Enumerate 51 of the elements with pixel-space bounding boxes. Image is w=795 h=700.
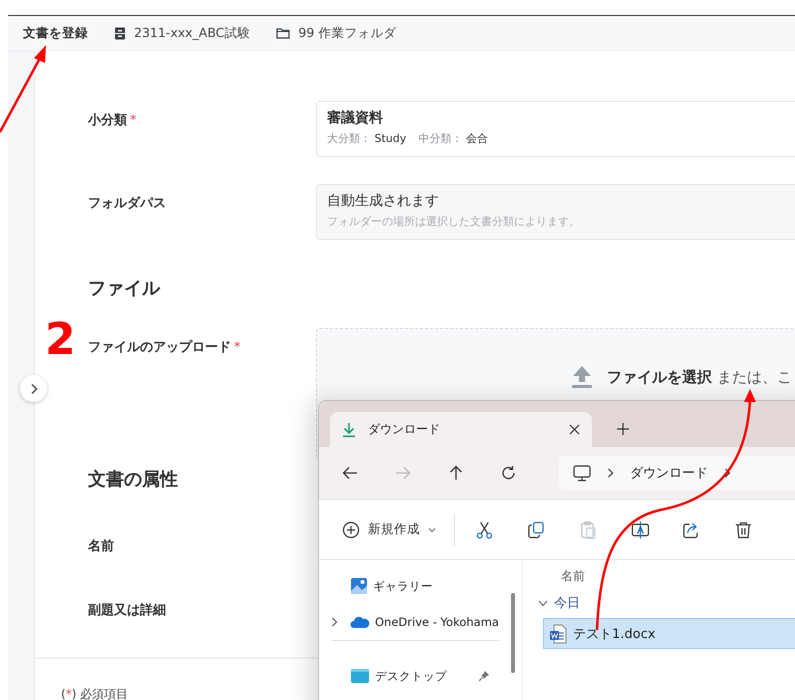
download-icon [342, 422, 356, 438]
nav-pane-item[interactable]: ギャラリー [319, 568, 508, 604]
up-arrow-icon[interactable] [448, 465, 464, 481]
chevron-down-icon[interactable] [538, 600, 548, 606]
address-segment[interactable]: ダウンロード [630, 464, 708, 482]
upload-icon [571, 365, 593, 389]
copy-icon[interactable] [526, 520, 546, 540]
section-heading: ファイル [88, 277, 160, 300]
column-header[interactable]: 名前 [523, 568, 795, 588]
rename-icon[interactable] [630, 520, 650, 540]
file-row[interactable]: テスト1.docx [543, 618, 795, 649]
field-label: フォルダパス [88, 195, 167, 213]
section-heading: 文書の属性 [88, 468, 178, 491]
plus-circle-icon [342, 520, 360, 538]
nav-pane-item[interactable]: デスクトップ [319, 658, 508, 694]
field-label: 副題又は詳細 [88, 602, 167, 620]
document-icon [549, 624, 567, 644]
explorer-tab[interactable]: ダウンロード [330, 412, 592, 447]
address-bar[interactable]: ダウンロード [559, 456, 795, 490]
scissors-icon[interactable] [474, 520, 494, 540]
breadcrumb-link[interactable]: 99 作業フォルダ [298, 24, 396, 42]
required-note: (*) 必須項目 [60, 686, 128, 700]
breadcrumb-link[interactable]: 2311-xxx_ABC試験 [134, 24, 250, 42]
close-icon[interactable] [569, 424, 580, 435]
chevron-right-icon[interactable] [331, 617, 338, 627]
field-label: 名前 [88, 538, 115, 556]
cloud-icon [350, 615, 370, 629]
chevron-right-icon [28, 382, 38, 394]
chevron-right-icon [607, 468, 614, 478]
cabinet-icon [114, 26, 126, 40]
caret-down-icon [428, 526, 436, 532]
pin-icon[interactable] [478, 670, 490, 682]
nav-pane-item[interactable]: OneDrive - Yokohama [319, 604, 508, 640]
computer-icon [573, 464, 591, 482]
folder-path-field: 自動生成されます フォルダーの場所は選択した文書分類によります。 [316, 184, 795, 240]
back-arrow-icon[interactable] [342, 465, 358, 481]
field-label: 小分類 * [88, 112, 138, 130]
folder-icon [276, 27, 290, 39]
group-header[interactable]: 今日 [523, 588, 795, 618]
new-button[interactable]: 新規作成 [335, 520, 442, 538]
step-number: 2 [45, 318, 76, 362]
upload-prompt: ファイルを選択 または、こ [607, 368, 792, 386]
category-select[interactable]: 審議資料 大分類： Study 中分類： 会合 [316, 101, 795, 157]
refresh-icon[interactable] [501, 465, 517, 481]
new-tab-icon[interactable] [617, 423, 629, 435]
image-icon [350, 577, 368, 595]
trash-icon[interactable] [734, 520, 754, 540]
desktop-icon [350, 668, 370, 684]
chevron-right-icon[interactable] [724, 468, 731, 478]
field-label: ファイルのアップロード * [88, 338, 242, 357]
page-title: 文書を登録 [23, 24, 88, 42]
